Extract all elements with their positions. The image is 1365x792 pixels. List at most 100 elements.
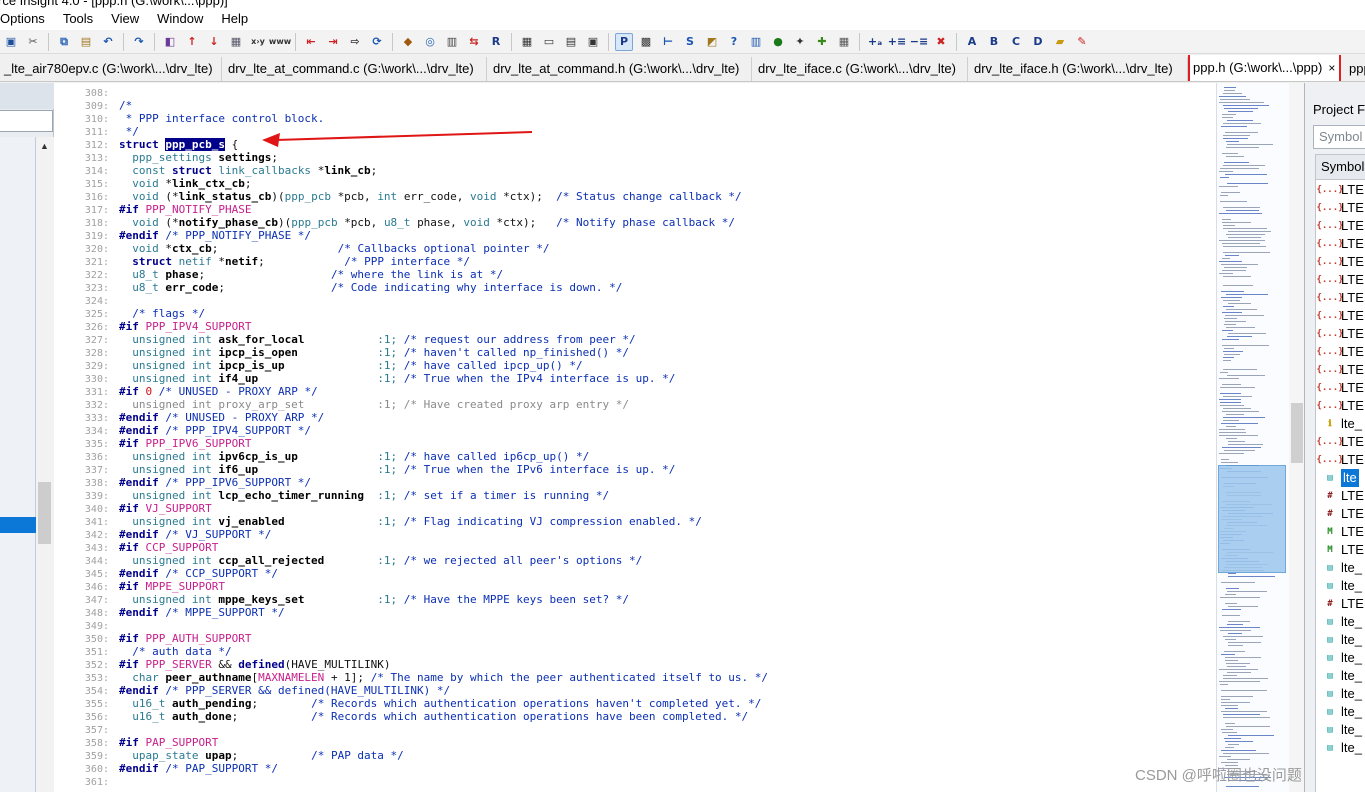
a-icon[interactable]: A	[963, 33, 981, 51]
code-minimap[interactable]	[1216, 83, 1304, 792]
tab-active-ppp-h[interactable]: ppp.h (G:\work\...\ppp) ×	[1188, 55, 1341, 81]
paste-icon[interactable]: ▤	[77, 33, 95, 51]
jump-down-icon[interactable]: ↓	[205, 33, 223, 51]
context-icon[interactable]: ▩	[637, 33, 655, 51]
symbol-list-item[interactable]: {...} LTE	[1316, 325, 1365, 343]
folder-icon[interactable]: ▰	[1051, 33, 1069, 51]
menu-view[interactable]: View	[101, 8, 147, 30]
symbol-list-item[interactable]: {...} LTE	[1316, 235, 1365, 253]
left-panel-scrollbar[interactable]: ▲	[36, 137, 54, 792]
question-icon[interactable]: ?	[725, 33, 743, 51]
project-files-header[interactable]: Project F	[1313, 99, 1365, 121]
symbol-list-item[interactable]: ▤ lte_	[1316, 649, 1365, 667]
b-icon[interactable]: B	[985, 33, 1003, 51]
symbol-list-item[interactable]: ▤ lte_	[1316, 559, 1365, 577]
menu-tools[interactable]: Tools	[53, 8, 101, 30]
code-editor[interactable]: 308: 309:/* 310: * PPP interface control b…	[54, 83, 1216, 792]
browse-icon[interactable]: ◧	[161, 33, 179, 51]
cut-icon[interactable]: ✂	[24, 33, 42, 51]
symbol-list-item[interactable]: {...} LTE	[1316, 271, 1365, 289]
editor-scrollbar[interactable]	[1289, 83, 1304, 792]
relation-icon[interactable]: ⊢	[659, 33, 677, 51]
symbol-search-input[interactable]: Symbol	[1313, 125, 1365, 149]
r-icon[interactable]: R	[487, 33, 505, 51]
refresh-icon[interactable]: ⟳	[368, 33, 386, 51]
xy-icon[interactable]: x›y	[249, 33, 267, 51]
symbol-list-item[interactable]: ▤ lte	[1316, 469, 1365, 487]
symbol-list-item[interactable]: {...} LTE	[1316, 451, 1365, 469]
left-scroll-thumb[interactable]	[38, 482, 51, 544]
window-2-icon[interactable]: ▭	[540, 33, 558, 51]
reference-icon[interactable]: ◎	[421, 33, 439, 51]
sync-icon[interactable]: ⇆	[465, 33, 483, 51]
c-icon[interactable]: C	[1007, 33, 1025, 51]
s-icon[interactable]: S	[681, 33, 699, 51]
symbol-list-item[interactable]: {...} LTE	[1316, 181, 1365, 199]
symbol-list-item[interactable]: # LTE	[1316, 505, 1365, 523]
indent-plus-icon[interactable]: +≡	[888, 33, 906, 51]
symbol-list-item[interactable]: {...} LTE	[1316, 217, 1365, 235]
edit-icon[interactable]: ✎	[1073, 33, 1091, 51]
minimap-viewport[interactable]	[1218, 465, 1286, 573]
symbol-list-item[interactable]: ℹ lte_	[1316, 415, 1365, 433]
window-3-icon[interactable]: ▤	[562, 33, 580, 51]
window-4-icon[interactable]: ▣	[584, 33, 602, 51]
menu-options[interactable]: Options	[0, 8, 53, 30]
symbol-list-item[interactable]: M LTE	[1316, 541, 1365, 559]
push-icon[interactable]: ◩	[703, 33, 721, 51]
left-panel-list[interactable]	[0, 137, 36, 792]
symbol-list-item[interactable]: {...} LTE	[1316, 361, 1365, 379]
menu-help[interactable]: Help	[211, 8, 256, 30]
left-panel-selected-row[interactable]	[0, 517, 36, 533]
symbol-list-item[interactable]: {...} LTE	[1316, 199, 1365, 217]
indent-minus-icon[interactable]: −≡	[910, 33, 928, 51]
symbol-list-item[interactable]: {...} LTE	[1316, 433, 1365, 451]
symbol-list-item[interactable]: {...} LTE	[1316, 253, 1365, 271]
www-icon[interactable]: www	[269, 33, 291, 51]
font-plus-icon[interactable]: +ₐ	[866, 33, 884, 51]
symbol-list-item[interactable]: # LTE	[1316, 595, 1365, 613]
symbol-list-header[interactable]: Symbol	[1315, 154, 1365, 180]
file-tab[interactable]: drv_lte_at_command.h (G:\work\...\drv_lt…	[487, 57, 752, 81]
back-mark-icon[interactable]: ⇤	[302, 33, 320, 51]
symbol-list-item[interactable]: ▤ lte_	[1316, 577, 1365, 595]
save-icon[interactable]: ▣	[2, 33, 20, 51]
close-icon[interactable]: ×	[1328, 61, 1335, 75]
symbol-list-item[interactable]: {...} LTE	[1316, 379, 1365, 397]
file-tab[interactable]: drv_lte_at_command.c (G:\work\...\drv_lt…	[222, 57, 487, 81]
symbol-list-item[interactable]: ▤ lte_	[1316, 739, 1365, 757]
symbol-list-item[interactable]: # LTE	[1316, 487, 1365, 505]
close-all-icon[interactable]: ✖	[932, 33, 950, 51]
jump-up-icon[interactable]: ↑	[183, 33, 201, 51]
symbol-list-item[interactable]: ▤ lte_	[1316, 703, 1365, 721]
puzzle-icon[interactable]: ✚	[813, 33, 831, 51]
redo-icon[interactable]: ↷	[130, 33, 148, 51]
undo-icon[interactable]: ↶	[99, 33, 117, 51]
editor-scroll-thumb[interactable]	[1291, 403, 1303, 463]
go-line-icon[interactable]: ⇨	[346, 33, 364, 51]
grid-icon[interactable]: ▦	[835, 33, 853, 51]
globe-icon[interactable]: ●	[769, 33, 787, 51]
symbol-list-item[interactable]: M LTE	[1316, 523, 1365, 541]
window-1-icon[interactable]: ▦	[518, 33, 536, 51]
lookup-icon[interactable]: ◆	[399, 33, 417, 51]
p-icon[interactable]: P	[615, 32, 633, 51]
file-tab[interactable]: ppp	[1343, 57, 1365, 81]
file-tab[interactable]: drv_lte_iface.c (G:\work\...\drv_lte)	[752, 57, 968, 81]
symbol-list-item[interactable]: ▤ lte_	[1316, 631, 1365, 649]
symbol-list-item[interactable]: {...} LTE	[1316, 343, 1365, 361]
file-tab[interactable]: drv_lte_iface.h (G:\work\...\drv_lte)	[968, 57, 1188, 81]
copy-icon[interactable]: ⧉	[55, 33, 73, 51]
d-icon[interactable]: D	[1029, 33, 1047, 51]
symbol-list-item[interactable]: ▤ lte_	[1316, 613, 1365, 631]
left-panel-input[interactable]	[0, 110, 53, 132]
symbol-list-item[interactable]: ▤ lte_	[1316, 721, 1365, 739]
scroll-up-icon[interactable]: ▲	[40, 141, 49, 151]
book-icon[interactable]: ▥	[443, 33, 461, 51]
file-tab[interactable]: _lte_air780epv.c (G:\work\...\drv_lte)	[0, 57, 222, 81]
symbol-list-item[interactable]: {...} LTE	[1316, 307, 1365, 325]
symbol-list-item[interactable]: {...} LTE	[1316, 397, 1365, 415]
symbol-list-item[interactable]: {...} LTE	[1316, 289, 1365, 307]
book2-icon[interactable]: ▥	[747, 33, 765, 51]
symbol-list-item[interactable]: ▤ lte_	[1316, 685, 1365, 703]
